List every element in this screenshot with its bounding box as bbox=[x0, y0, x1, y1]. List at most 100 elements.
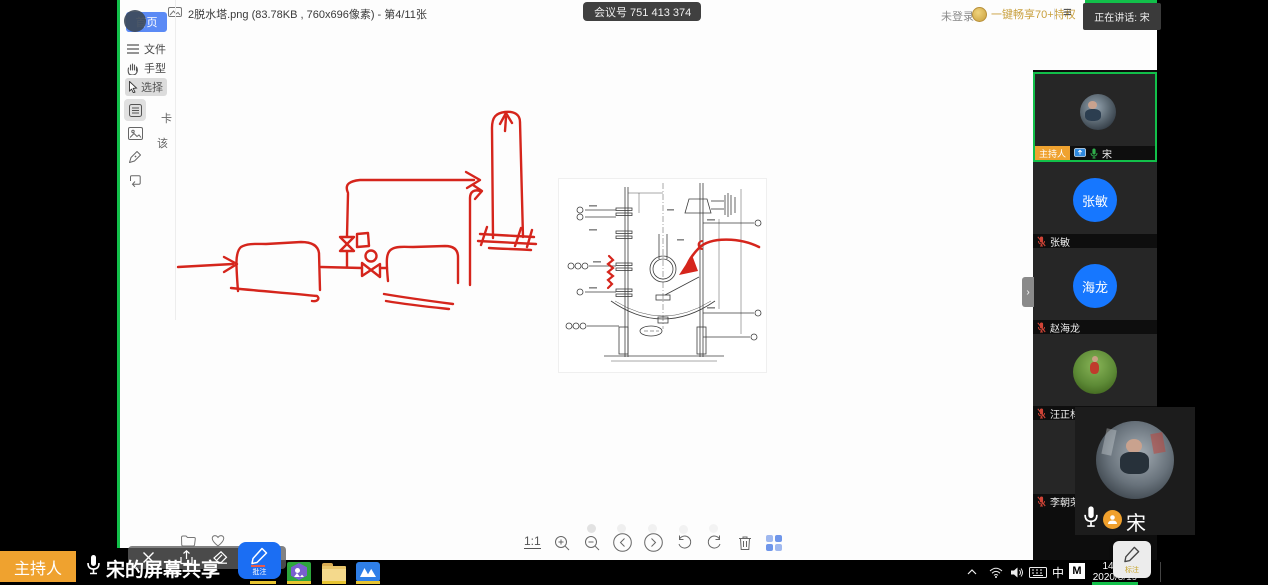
host-person-icon bbox=[1103, 510, 1122, 529]
page-dot[interactable] bbox=[648, 524, 657, 533]
taskbar-app-file-explorer[interactable] bbox=[322, 563, 346, 581]
host-role-badge: 主持人 bbox=[0, 551, 76, 582]
next-image-button[interactable] bbox=[644, 533, 663, 552]
mic-muted-icon bbox=[1037, 496, 1046, 507]
clipped-panel-text-1: 卡 bbox=[161, 110, 172, 126]
list-panel-icon bbox=[129, 104, 142, 117]
presenter-mic-icon bbox=[86, 554, 101, 576]
hand-tool-icon bbox=[127, 62, 139, 75]
page-dot[interactable] bbox=[709, 524, 718, 533]
sidebar-item-return[interactable] bbox=[126, 173, 144, 189]
pencil-icon bbox=[250, 546, 269, 565]
redo-rotate-icon bbox=[706, 534, 723, 551]
zoom-out-button[interactable] bbox=[583, 534, 600, 551]
remote-cursor-dot bbox=[124, 10, 146, 32]
page-dot[interactable] bbox=[617, 524, 626, 533]
meeting-id-text: 会议号 751 413 374 bbox=[594, 4, 691, 20]
floating-video-song[interactable]: 宋 bbox=[1075, 407, 1195, 535]
meeting-screen-share-view: 2脱水塔.png (83.78KB , 760x696像素) - 第4/11张 … bbox=[0, 0, 1268, 585]
page-dot-active[interactable] bbox=[587, 524, 596, 533]
participant-name: 宋 bbox=[1102, 146, 1112, 161]
sidebar-item-image-panel[interactable] bbox=[126, 125, 144, 141]
login-status[interactable]: 未登录 bbox=[941, 8, 974, 24]
zoom-in-button[interactable] bbox=[553, 534, 570, 551]
show-desktop-divider bbox=[1160, 562, 1161, 582]
avatar bbox=[1073, 350, 1117, 394]
clipped-panel-text-2: 该 bbox=[157, 135, 171, 151]
sidebar-item-file[interactable]: 文件 bbox=[127, 41, 166, 57]
header-divider: | bbox=[1053, 6, 1056, 20]
select-label: 选择 bbox=[141, 79, 163, 95]
tray-touch-keyboard-icon[interactable] bbox=[1027, 562, 1049, 582]
tray-wifi-icon[interactable] bbox=[986, 562, 1006, 582]
annotation-entry-button[interactable]: 标注 bbox=[1113, 541, 1151, 578]
rotate-right-button[interactable] bbox=[706, 534, 723, 551]
host-badge: 主持人 bbox=[1035, 146, 1070, 160]
undo-rotate-icon bbox=[676, 534, 693, 551]
participant-tile-song[interactable]: 主持人 宋 bbox=[1033, 72, 1157, 162]
tray-volume-icon[interactable] bbox=[1008, 562, 1026, 582]
trash-icon bbox=[738, 535, 752, 551]
sidebar-item-ink-pen[interactable] bbox=[126, 149, 144, 165]
avatar-large bbox=[1096, 421, 1174, 499]
zoom-out-icon bbox=[584, 535, 600, 551]
annotate-pen-button[interactable]: 批注 bbox=[238, 542, 281, 579]
shared-technical-drawing bbox=[558, 178, 767, 373]
return-arrow-icon bbox=[128, 175, 142, 188]
vip-banner[interactable]: 一键畅享70+特权 bbox=[972, 6, 1076, 22]
thumbnail-grid-button[interactable] bbox=[766, 535, 782, 551]
image-panel-icon bbox=[128, 127, 143, 140]
viewer-filename: 2脱水塔.png (83.78KB , 760x696像素) - 第4/11张 bbox=[188, 6, 427, 22]
speaking-tooltip: 正在讲话: 宋 bbox=[1083, 3, 1161, 30]
annotate-pen-label: 批注 bbox=[238, 567, 281, 577]
avatar bbox=[1080, 94, 1116, 130]
file-label: 文件 bbox=[144, 41, 166, 57]
zoom-in-icon bbox=[554, 535, 570, 551]
ink-pen-icon bbox=[128, 150, 142, 164]
participant-name: 张敏 bbox=[1050, 234, 1070, 249]
mic-muted-icon bbox=[1037, 322, 1046, 333]
sidebar-divider bbox=[175, 0, 176, 320]
chevron-left-circle-icon bbox=[613, 533, 632, 552]
taskbar-active-underline bbox=[250, 581, 276, 584]
previous-image-button[interactable] bbox=[613, 533, 632, 552]
taskbar-app-blue[interactable] bbox=[356, 562, 380, 582]
screen-sharing-icon bbox=[1074, 148, 1086, 158]
chevron-right-circle-icon bbox=[644, 533, 663, 552]
cursor-select-icon bbox=[128, 81, 138, 93]
speaking-tooltip-text: 正在讲话: 宋 bbox=[1094, 9, 1150, 24]
taskbar-app-picture-viewer[interactable] bbox=[287, 562, 311, 582]
sidebar-item-select[interactable]: 选择 bbox=[125, 78, 167, 96]
page-dot[interactable] bbox=[679, 525, 688, 534]
sidebar-item-thumbnail-list[interactable] bbox=[124, 99, 146, 121]
overlay-name: 宋 bbox=[1126, 507, 1146, 536]
overlay-mic-icon bbox=[1083, 505, 1099, 529]
avatar-initials: 海龙 bbox=[1073, 264, 1117, 308]
file-list-icon bbox=[127, 44, 139, 54]
taskbar-active-underline bbox=[356, 581, 380, 584]
collapse-panel-handle[interactable]: › bbox=[1022, 277, 1034, 307]
meeting-id-pill[interactable]: 会议号 751 413 374 bbox=[583, 2, 701, 21]
taskbar-active-underline bbox=[287, 581, 311, 584]
tray-ime-mode[interactable]: 中 bbox=[1050, 562, 1066, 582]
mic-on-icon bbox=[1090, 148, 1098, 159]
tray-language-indicator[interactable]: M bbox=[1069, 563, 1085, 579]
hand-label: 手型 bbox=[144, 60, 166, 76]
mic-muted-icon bbox=[1037, 236, 1046, 247]
share-border-left bbox=[117, 0, 120, 560]
mic-muted-icon bbox=[1037, 408, 1046, 419]
participant-tile-zhaohailong[interactable]: 海龙 赵海龙 bbox=[1033, 248, 1157, 334]
coin-icon bbox=[972, 7, 987, 22]
taskbar-active-underline bbox=[322, 581, 346, 584]
rotate-left-button[interactable] bbox=[676, 534, 693, 551]
avatar-initials: 张敏 bbox=[1073, 178, 1117, 222]
participant-name: 赵海龙 bbox=[1050, 320, 1080, 335]
menu-icon[interactable]: ≡ bbox=[1063, 4, 1072, 21]
participant-tile-zhangmin[interactable]: 张敏 张敏 bbox=[1033, 162, 1157, 248]
sidebar-item-hand[interactable]: 手型 bbox=[127, 60, 166, 76]
pencil-icon bbox=[1123, 545, 1141, 563]
tray-show-hidden-icons[interactable] bbox=[962, 562, 982, 582]
actual-size-button[interactable]: 1:1 bbox=[524, 535, 541, 549]
annotation-entry-label: 标注 bbox=[1113, 565, 1151, 575]
delete-image-button[interactable] bbox=[737, 534, 752, 551]
